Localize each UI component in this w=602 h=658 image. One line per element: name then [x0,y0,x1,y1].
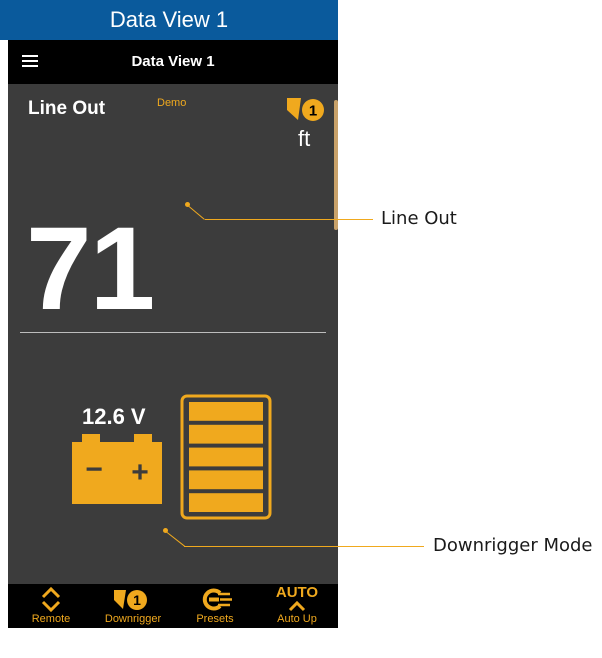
battery-plus-sign: + [131,456,149,489]
nav-auto-up[interactable]: AUTO Auto Up [256,584,338,628]
nav-presets[interactable]: Presets [174,584,256,628]
nav-remote-label: Remote [31,613,71,625]
downrigger-badge-number: 1 [309,103,317,120]
nav-downrigger-badge: 1 [133,592,141,608]
unit-label: ft [298,126,311,151]
callout-line-downrigger-mode [184,546,424,547]
battery-icon: − + [72,434,162,504]
gauge-label: Line Out [28,98,106,119]
nav-downrigger[interactable]: 1 Downrigger [92,584,174,628]
figure-caption: Data View 1 [0,0,338,40]
presets-icon [202,588,232,611]
callout-line-line-out [205,219,373,220]
nav-remote[interactable]: Remote [10,584,92,628]
downrigger-1-icon: 1 [287,98,324,121]
battery-segment [189,470,263,490]
line-out-value: 71 [26,203,155,335]
divider [20,332,326,333]
battery-segment [189,424,263,444]
chevron-up-icon [288,600,306,612]
nav-presets-label: Presets [196,613,234,625]
app-bar: Data View 1 [8,40,338,84]
battery-voltage: 12.6 V [82,404,146,429]
battery-segment [189,447,263,467]
auto-text: AUTO [275,584,319,601]
nav-auto-up-label: Auto Up [277,613,317,625]
phone-screen: Data View 1 Line Out Demo 1 ft 71 12.6 V… [8,40,338,628]
chevron-up-down-icon [41,586,61,612]
battery-segment [189,493,263,512]
bottom-nav: Remote 1 Downrigger Presets AUTO Auto Up [8,584,338,628]
downrigger-1-icon: 1 [114,590,147,610]
app-bar-title: Data View 1 [131,53,215,70]
battery-minus-sign: − [85,453,103,486]
nav-downrigger-label: Downrigger [104,613,162,625]
battery-segment [189,402,263,421]
battery-charge-level [180,394,272,520]
callout-label-downrigger-mode: Downrigger Mode [433,535,593,556]
scroll-handle[interactable] [334,100,338,230]
callout-label-line-out: Line Out [381,208,457,229]
demo-tag: Demo [157,97,187,109]
